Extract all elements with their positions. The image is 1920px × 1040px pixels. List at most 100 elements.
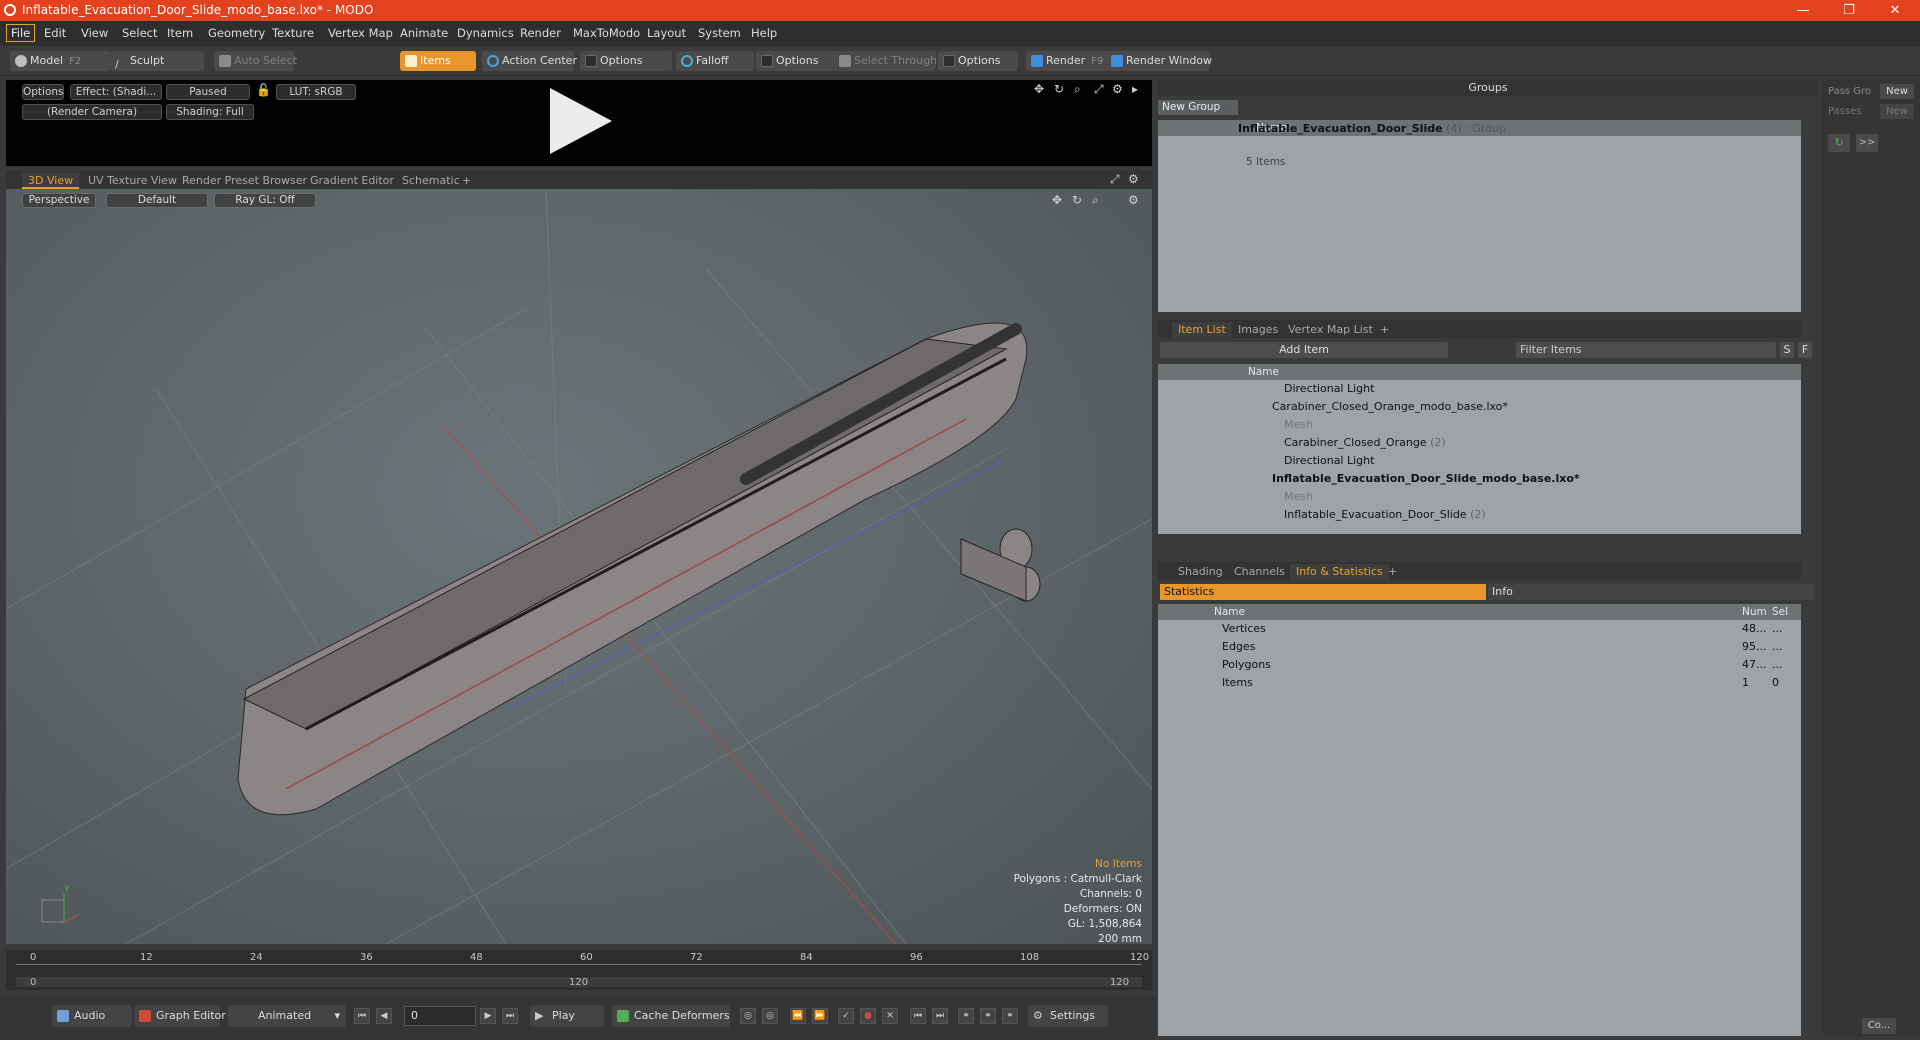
menu-system[interactable]: System [698, 26, 741, 40]
list-item[interactable]: Carabiner_Closed_Orange (2) [1158, 434, 1801, 452]
tab-render-preset-browser[interactable]: Render Preset Browser [176, 173, 313, 189]
new-pass-group-button[interactable]: New [1880, 84, 1914, 99]
play-icon[interactable] [550, 88, 612, 154]
next-frame-icon[interactable]: ▶ [480, 1008, 496, 1024]
zoom-icon[interactable]: ⌕ [1074, 82, 1081, 97]
maximize-icon[interactable]: ⤢ [1110, 172, 1120, 187]
channel-icon-2[interactable]: ⚭ [980, 1008, 996, 1024]
last-frame-icon[interactable]: ⏭ [502, 1008, 518, 1024]
tab-images[interactable]: Images [1232, 322, 1284, 338]
key-prev-icon[interactable]: ⏮ [910, 1008, 926, 1024]
table-row[interactable]: Polygons 47...... [1158, 656, 1801, 674]
animated-dropdown[interactable]: Animated ▾ [228, 1005, 346, 1027]
key-delete-icon[interactable]: ✕ [882, 1008, 898, 1024]
key-set-icon[interactable]: ✓ [838, 1008, 854, 1024]
tab-vertex-map-list[interactable]: Vertex Map List [1282, 322, 1379, 338]
sculpt-mode-button[interactable]: / Sculpt [110, 51, 204, 71]
list-item[interactable]: Carabiner_Closed_Orange_modo_base.lxo* [1158, 398, 1801, 416]
add-item-button[interactable]: Add Item [1160, 342, 1448, 358]
filter-items-input[interactable]: Filter Items [1516, 342, 1776, 358]
rotate-icon[interactable]: ↻ [1054, 82, 1064, 96]
record-icon[interactable]: ● [860, 1008, 876, 1024]
menu-geometry[interactable]: Geometry [208, 26, 265, 40]
shading-dropdown[interactable]: Shading: Full [166, 104, 254, 120]
items-mode-button[interactable]: Items [400, 51, 476, 71]
select-through-options-button[interactable]: Options [938, 51, 1018, 71]
list-item[interactable]: Directional Light [1158, 380, 1801, 398]
menu-animate[interactable]: Animate [400, 26, 448, 40]
tab-gradient-editor[interactable]: Gradient Editor [304, 173, 400, 189]
action-center-options-button[interactable]: Options [580, 51, 672, 71]
timeline[interactable]: 0 12 24 36 48 60 72 84 96 108 120 0 120 120 [6, 950, 1152, 990]
list-item[interactable]: Mesh [1158, 416, 1801, 434]
paused-button[interactable]: Paused [166, 84, 250, 100]
menu-help[interactable]: Help [751, 26, 777, 40]
arrow-right-icon[interactable]: ▸ [1132, 82, 1138, 96]
new-pass-button[interactable]: New [1880, 104, 1914, 119]
3d-viewport[interactable]: Perspective Default Ray GL: Off ✥ ↻ ⌕ ⚙ [6, 189, 1152, 945]
maximize-icon[interactable]: ⤢ [1094, 82, 1104, 97]
menu-layout[interactable]: Layout [647, 26, 686, 40]
move-icon[interactable]: ✥ [1034, 82, 1044, 96]
menu-texture[interactable]: Texture [272, 26, 314, 40]
item-list[interactable]: Name Directional Light Carabiner_Closed_… [1158, 364, 1801, 534]
graph-editor-button[interactable]: Graph Editor [134, 1005, 226, 1027]
minimize-button[interactable]: — [1780, 0, 1826, 21]
falloff-options-button[interactable]: Options [756, 51, 836, 71]
action-center-button[interactable]: Action Center [482, 51, 577, 71]
frame-input[interactable]: 0 [404, 1006, 476, 1026]
maximize-button[interactable]: ❐ [1826, 0, 1872, 21]
model-mode-button[interactable]: Model F2 [10, 51, 110, 71]
tab-item-list[interactable]: Item List [1172, 322, 1232, 338]
group-row[interactable]: Inflatable_Evacuation_Door_Slide (4) : G… [1238, 122, 1588, 142]
select-through-button[interactable]: Select Through [834, 51, 937, 71]
first-frame-icon[interactable]: ⏮ [354, 1008, 370, 1024]
prev-frame-icon[interactable]: ◀ [376, 1008, 392, 1024]
key-icon[interactable]: ◎ [740, 1008, 756, 1024]
new-group-button[interactable]: New Group [1158, 100, 1238, 115]
menu-item[interactable]: Item [167, 26, 193, 40]
menu-view[interactable]: View [81, 26, 108, 40]
auto-select-button[interactable]: Auto Select [214, 51, 297, 71]
tab-shading[interactable]: Shading [1172, 564, 1229, 580]
tab-info-statistics[interactable]: Info & Statistics [1290, 564, 1389, 580]
add-tab-button[interactable]: + [456, 173, 477, 189]
menu-select[interactable]: Select [122, 26, 157, 40]
close-button[interactable]: ✕ [1872, 0, 1918, 21]
tab-3d-view[interactable]: 3D View [22, 173, 80, 189]
preview-options-button[interactable]: Options [22, 84, 64, 100]
menu-dynamics[interactable]: Dynamics [457, 26, 514, 40]
table-row[interactable]: Edges 95...... [1158, 638, 1801, 656]
table-row[interactable]: Vertices 48...... [1158, 620, 1801, 638]
menu-vertex-map[interactable]: Vertex Map [328, 26, 393, 40]
groups-list[interactable]: Name Inflatable_Evacuation_Door_Slide (4… [1158, 120, 1801, 312]
cache-deformers-button[interactable]: Cache Deformers [612, 1005, 730, 1027]
list-item[interactable]: Inflatable_Evacuation_Door_Slide (2) [1158, 506, 1801, 524]
add-tab-button[interactable]: + [1374, 322, 1395, 338]
camera-dropdown[interactable]: (Render Camera) [22, 104, 162, 120]
table-row[interactable]: Items 1 0 [1158, 674, 1801, 692]
prev-key-icon[interactable]: ⏪ [790, 1008, 806, 1024]
next-key-icon[interactable]: ⏩ [812, 1008, 828, 1024]
auto-key-icon[interactable]: ◎ [762, 1008, 778, 1024]
menu-edit[interactable]: Edit [44, 26, 66, 40]
f-button[interactable]: F [1798, 342, 1812, 358]
add-tab-button[interactable]: + [1382, 564, 1403, 580]
list-item[interactable]: Mesh [1158, 488, 1801, 506]
info-tab[interactable]: Info [1488, 584, 1814, 600]
lock-icon[interactable]: 🔓 [256, 83, 271, 97]
settings-button[interactable]: ⚙ Settings [1028, 1005, 1108, 1027]
render-button[interactable]: Render F9 [1026, 51, 1108, 71]
menu-maxtomodo[interactable]: MaxToModo [573, 26, 640, 40]
audio-button[interactable]: Audio [52, 1005, 132, 1027]
falloff-button[interactable]: Falloff [676, 51, 754, 71]
list-item[interactable]: Inflatable_Evacuation_Door_Slide_modo_ba… [1158, 470, 1801, 488]
statistics-tab[interactable]: Statistics [1160, 584, 1486, 600]
menu-render[interactable]: Render [520, 26, 561, 40]
channel-icon-1[interactable]: ⚭ [958, 1008, 974, 1024]
s-button[interactable]: S [1780, 342, 1794, 358]
render-window-button[interactable]: Render Window [1106, 51, 1212, 71]
expand-button[interactable]: >> [1856, 134, 1878, 152]
command-input[interactable]: Co... [1862, 1018, 1896, 1034]
key-next-icon[interactable]: ⏭ [932, 1008, 948, 1024]
